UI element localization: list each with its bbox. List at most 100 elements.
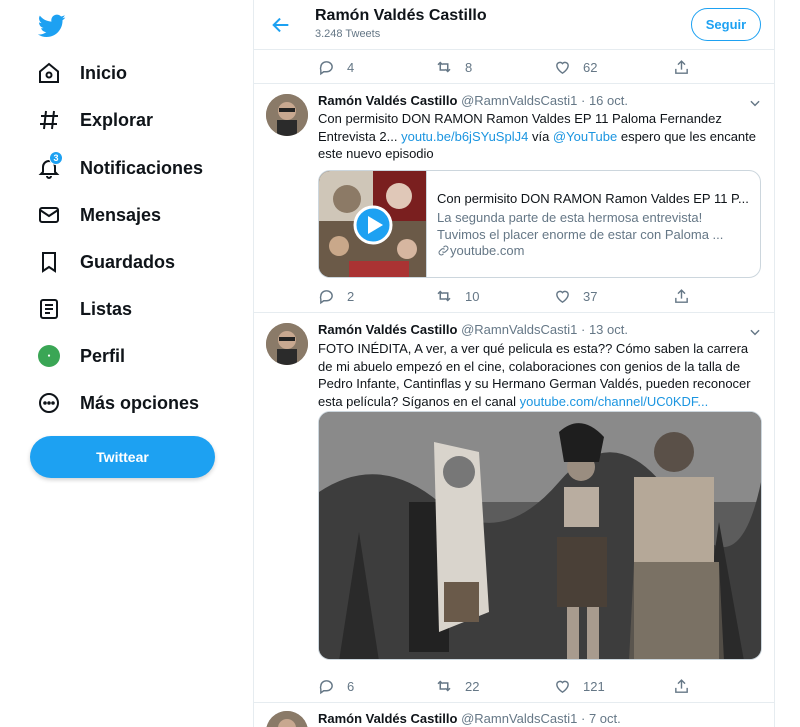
tweet-actions: 2 10 37	[318, 286, 698, 306]
tweet[interactable]: Ramón Valdés Castillo @RamnValdsCasti1 ·…	[254, 703, 774, 727]
chevron-down-icon[interactable]	[748, 325, 762, 339]
mail-icon	[36, 202, 62, 228]
tweet[interactable]: Ramón Valdés Castillo @RamnValdsCasti1 ·…	[254, 313, 774, 703]
nav-label: Listas	[80, 298, 133, 319]
reply-count: 2	[347, 288, 355, 304]
tweet-photo[interactable]	[318, 411, 762, 660]
tweet-date[interactable]: 13 oct.	[589, 322, 628, 337]
reply-icon	[319, 289, 333, 304]
nav-perfil[interactable]: ● Perfil	[36, 336, 125, 376]
tweet-text: Con permisito DON RAMON Ramon Valdes EP …	[318, 111, 756, 161]
reply-icon	[319, 60, 333, 75]
nav-mas-opciones[interactable]: Más opciones	[36, 383, 199, 423]
heart-icon	[556, 680, 569, 693]
tweet-avatar[interactable]	[266, 323, 308, 365]
tweet-actions: 6 22 121	[318, 676, 698, 696]
reply-button[interactable]: 4	[318, 59, 354, 76]
tweet-handle[interactable]: @RamnValdsCasti1	[461, 322, 577, 337]
profile-avatar-icon: ●	[36, 343, 62, 369]
list-icon	[36, 296, 62, 322]
nav-label: Mensajes	[80, 204, 162, 225]
hashtag-icon	[36, 107, 62, 133]
retweet-count: 22	[465, 678, 480, 694]
share-button[interactable]	[673, 59, 690, 76]
tweet-author-name[interactable]: Ramón Valdés Castillo	[318, 93, 457, 108]
share-button[interactable]	[673, 678, 690, 695]
link-icon	[438, 245, 449, 256]
nav-label: Perfil	[80, 345, 126, 366]
home-icon	[36, 60, 62, 86]
nav-guardados[interactable]: Guardados	[36, 242, 175, 282]
retweet-button[interactable]: 10	[435, 287, 479, 305]
nav-label: Inicio	[80, 62, 128, 83]
sidebar: Inicio Explorar 3 Notificaciones Mensaje…	[0, 0, 253, 727]
retweet-count: 8	[465, 59, 473, 75]
tweet-header: Ramón Valdés Castillo @RamnValdsCasti1 ·…	[318, 93, 628, 108]
nav-label: Explorar	[80, 109, 154, 130]
tweet-link[interactable]: youtu.be/b6jSYuSplJ4	[401, 129, 528, 144]
tweet-author-name[interactable]: Ramón Valdés Castillo	[318, 711, 457, 726]
tweet-handle[interactable]: @RamnValdsCasti1	[461, 93, 577, 108]
timeline-column: Ramón Valdés Castillo 3.248 Tweets Segui…	[253, 0, 775, 727]
tweet-header: Ramón Valdés Castillo @RamnValdsCasti1 ·…	[318, 322, 628, 337]
share-button[interactable]	[673, 288, 690, 305]
nav-label: Más opciones	[80, 392, 200, 413]
nav-notificaciones[interactable]: 3 Notificaciones	[36, 148, 203, 188]
retweet-icon	[437, 61, 451, 73]
nav-label: Notificaciones	[80, 157, 204, 178]
tweet-avatar[interactable]	[266, 94, 308, 136]
retweet-icon	[437, 680, 451, 692]
retweet-icon	[437, 290, 451, 302]
nav-explorar[interactable]: Explorar	[36, 100, 153, 140]
tweet-avatar[interactable]	[266, 711, 308, 727]
reply-button[interactable]: 2	[318, 288, 354, 305]
nav-mensajes[interactable]: Mensajes	[36, 195, 161, 235]
share-icon	[675, 59, 688, 74]
nav-inicio[interactable]: Inicio	[36, 53, 127, 93]
reply-button[interactable]: 6	[318, 678, 354, 695]
card-thumbnail	[319, 171, 427, 277]
card-description: La segunda parte de esta hermosa entrevi…	[437, 210, 724, 242]
tweet-date[interactable]: 7 oct.	[589, 711, 621, 726]
tweet-header: Ramón Valdés Castillo @RamnValdsCasti1 ·…	[318, 711, 621, 726]
tweet-count: 3.248 Tweets	[315, 28, 381, 40]
notification-badge: 3	[49, 151, 63, 165]
retweet-count: 10	[465, 288, 480, 304]
profile-name: Ramón Valdés Castillo	[315, 7, 487, 24]
tweet-author-name[interactable]: Ramón Valdés Castillo	[318, 322, 457, 337]
tweet[interactable]: Ramón Valdés Castillo @RamnValdsCasti1 ·…	[254, 84, 774, 313]
reply-count: 6	[347, 678, 355, 694]
like-button[interactable]: 62	[554, 59, 597, 76]
like-button[interactable]: 37	[554, 288, 597, 305]
reply-icon	[319, 679, 333, 694]
bell-icon: 3	[36, 151, 63, 181]
tweet-partial-top: 4 8 62	[254, 50, 774, 84]
like-button[interactable]: 121	[554, 678, 605, 695]
twitter-bird-icon[interactable]	[38, 12, 66, 40]
tweet-text: FOTO INÉDITA, A ver, a ver qué pelicula …	[318, 341, 751, 409]
reply-count: 4	[347, 59, 355, 75]
share-icon	[675, 678, 688, 693]
chevron-down-icon[interactable]	[748, 96, 762, 110]
tweet-date[interactable]: 16 oct.	[589, 93, 628, 108]
mention-link[interactable]: @YouTube	[553, 129, 617, 144]
link-card[interactable]: Con permisito DON RAMON Ramon Valdes EP …	[318, 170, 761, 278]
heart-icon	[556, 290, 569, 303]
card-domain: youtube.com	[437, 243, 524, 258]
retweet-button[interactable]: 22	[435, 677, 479, 695]
profile-header: Ramón Valdés Castillo 3.248 Tweets Segui…	[254, 0, 774, 50]
tweet-actions: 4 8 62	[318, 57, 698, 77]
share-icon	[675, 288, 688, 303]
heart-icon	[556, 61, 569, 74]
more-circle-icon	[36, 390, 62, 416]
nav-listas[interactable]: Listas	[36, 289, 132, 329]
tweet-button[interactable]: Twittear	[30, 436, 215, 478]
tweet-handle[interactable]: @RamnValdsCasti1	[461, 711, 577, 726]
back-arrow-icon[interactable]	[270, 14, 292, 36]
tweet-link[interactable]: youtube.com/channel/UC0KDF...	[520, 394, 709, 409]
retweet-button[interactable]: 8	[435, 58, 472, 76]
bookmark-icon	[36, 249, 62, 275]
follow-button[interactable]: Seguir	[691, 8, 761, 41]
card-title: Con permisito DON RAMON Ramon Valdes EP …	[437, 191, 749, 206]
like-count: 62	[583, 59, 598, 75]
